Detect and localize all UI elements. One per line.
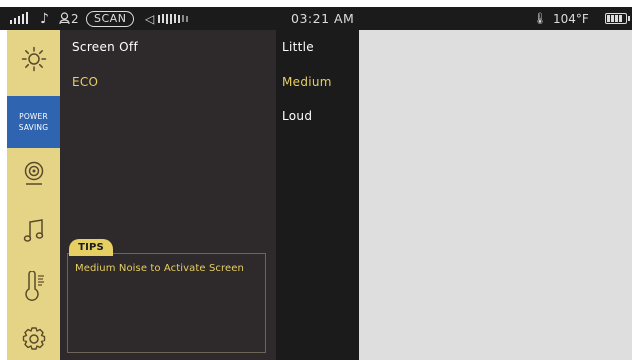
signal-icon: [10, 7, 28, 30]
power-saving-label-line1: POWER: [19, 112, 48, 121]
level-medium[interactable]: Medium: [282, 75, 332, 89]
users-indicator: 2: [59, 7, 79, 30]
brightness-icon: [21, 46, 46, 72]
option-screen-off[interactable]: Screen Off: [72, 40, 138, 54]
temperature-value: 104°F: [552, 11, 589, 26]
tips-box: Medium Noise to Activate Screen: [67, 253, 266, 353]
scan-button[interactable]: SCAN: [86, 7, 135, 30]
option-eco[interactable]: ECO: [72, 75, 98, 89]
status-bar: ♪ 2 SCAN ◁ 03:21 AM 🌡︎ 104°F: [0, 7, 632, 30]
sidebar-item-settings[interactable]: [7, 318, 60, 360]
sidebar-item-webcam[interactable]: [7, 154, 60, 194]
thermometer-small-icon: 🌡︎: [533, 12, 547, 25]
tips-text: Medium Noise to Activate Screen: [75, 263, 244, 274]
user-count: 2: [71, 11, 79, 26]
thermometer-icon: [24, 271, 44, 301]
level-little[interactable]: Little: [282, 40, 314, 54]
power-saving-label-line2: SAVING: [18, 123, 49, 132]
level-loud[interactable]: Loud: [282, 109, 312, 123]
webcam-icon: [24, 161, 43, 185]
gear-icon: [22, 327, 45, 350]
music-icon: [23, 219, 43, 242]
temperature-indicator: 🌡︎ 104°F: [533, 7, 589, 30]
sidebar-item-music[interactable]: [7, 210, 60, 252]
clock: 03:21 AM: [291, 11, 355, 26]
sidebar: POWER SAVING: [7, 30, 60, 360]
sidebar-item-temperature[interactable]: [7, 262, 60, 310]
music-note-icon: ♪: [40, 10, 49, 27]
sidebar-item-brightness[interactable]: [7, 38, 60, 80]
sidebar-item-power-saving[interactable]: POWER SAVING: [7, 96, 60, 148]
battery-icon: [605, 13, 630, 24]
volume-icon: ◁: [145, 7, 189, 30]
tips-badge: TIPS: [69, 239, 113, 256]
screen: ♪ 2 SCAN ◁ 03:21 AM 🌡︎ 104°F POWER SAVIN…: [0, 0, 637, 360]
content-area: [359, 30, 632, 360]
levels-panel: Little Medium Loud: [276, 30, 359, 360]
scan-label: SCAN: [86, 10, 135, 27]
users-icon: [59, 12, 70, 25]
